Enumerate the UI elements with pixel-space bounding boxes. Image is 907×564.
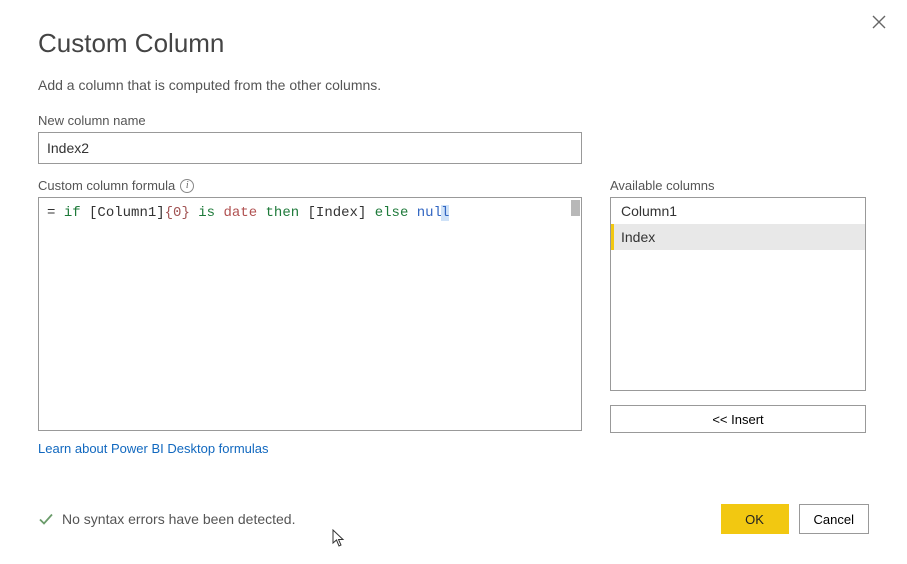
dialog-footer: No syntax errors have been detected. OK … (38, 504, 869, 534)
token-then: then (266, 205, 300, 221)
token-else: else (375, 205, 409, 221)
info-icon[interactable]: i (180, 179, 194, 193)
token-if: if (64, 205, 81, 221)
available-columns-list[interactable]: Column1 Index (610, 197, 866, 391)
close-icon[interactable] (869, 12, 889, 32)
formula-editor[interactable]: = if [Column1]{0} is date then [Index] e… (38, 197, 582, 431)
cancel-button[interactable]: Cancel (799, 504, 869, 534)
status-text: No syntax errors have been detected. (62, 511, 295, 527)
new-column-name-label: New column name (38, 113, 869, 128)
mouse-cursor-icon (332, 529, 346, 550)
available-columns-label: Available columns (610, 178, 866, 193)
scrollbar-thumb[interactable] (571, 200, 580, 216)
token-is: is (198, 205, 215, 221)
learn-formulas-link[interactable]: Learn about Power BI Desktop formulas (38, 441, 269, 456)
dialog-title: Custom Column (38, 28, 869, 59)
formula-prefix: = (47, 205, 64, 221)
custom-column-dialog: Custom Column Add a column that is compu… (0, 0, 907, 564)
token-null: null (417, 205, 450, 221)
dialog-subtitle: Add a column that is computed from the o… (38, 77, 869, 93)
formula-label-text: Custom column formula (38, 178, 175, 193)
token-item0: {0} (165, 205, 190, 221)
insert-button[interactable]: << Insert (610, 405, 866, 433)
token-date: date (224, 205, 258, 221)
ok-button[interactable]: OK (721, 504, 789, 534)
new-column-name-input[interactable] (38, 132, 582, 164)
token-column1: [Column1] (89, 205, 165, 221)
syntax-status: No syntax errors have been detected. (38, 511, 295, 527)
available-column-item[interactable]: Index (611, 224, 865, 250)
checkmark-icon (38, 511, 54, 527)
token-index: [Index] (308, 205, 367, 221)
available-column-item[interactable]: Column1 (611, 198, 865, 224)
formula-label: Custom column formula i (38, 178, 582, 193)
